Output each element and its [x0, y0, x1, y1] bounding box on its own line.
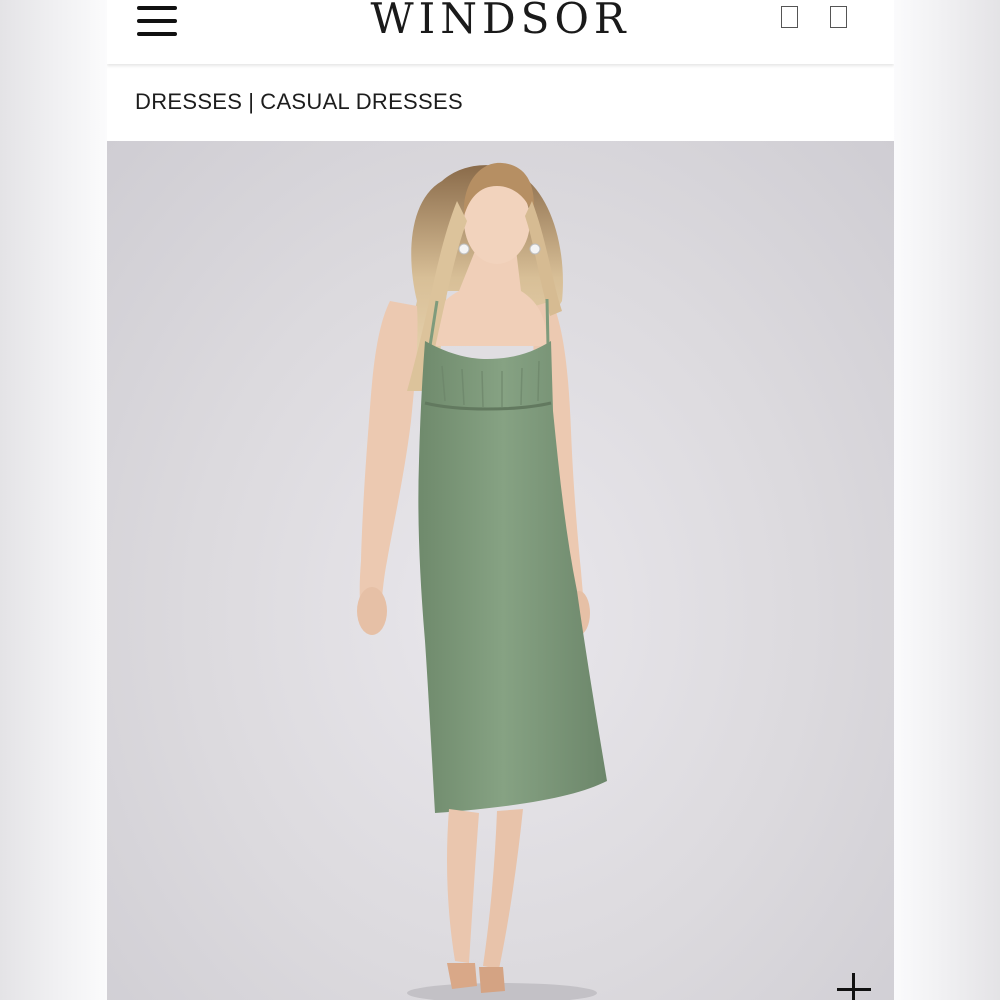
breadcrumb: DRESSES | CASUAL DRESSES	[135, 89, 463, 115]
left-shoe	[447, 963, 477, 989]
right-leg	[483, 809, 523, 969]
plus-zoom-icon[interactable]	[829, 970, 879, 1000]
site-header: WINDSOR	[107, 0, 894, 64]
breadcrumb-dresses[interactable]: DRESSES	[135, 89, 242, 114]
left-arm	[359, 301, 418, 623]
earring-left	[458, 243, 470, 255]
strap-right	[545, 298, 550, 347]
bag-icon[interactable]	[830, 6, 847, 28]
mobile-page: WINDSOR DRESSES | CASUAL DRESSES	[107, 0, 894, 1000]
breadcrumb-separator: |	[248, 89, 255, 114]
breadcrumb-casual-dresses[interactable]: CASUAL DRESSES	[260, 89, 463, 114]
left-hand	[357, 587, 387, 635]
left-leg	[447, 809, 479, 963]
breadcrumb-bar: DRESSES | CASUAL DRESSES	[107, 66, 894, 141]
product-image[interactable]	[107, 141, 894, 1000]
model-illustration	[357, 162, 607, 1000]
brand-logo[interactable]: WINDSOR	[307, 0, 694, 46]
account-icon[interactable]	[781, 6, 798, 28]
right-shoe	[479, 967, 505, 993]
earring-right	[529, 243, 541, 255]
hamburger-menu-icon[interactable]	[137, 4, 177, 38]
